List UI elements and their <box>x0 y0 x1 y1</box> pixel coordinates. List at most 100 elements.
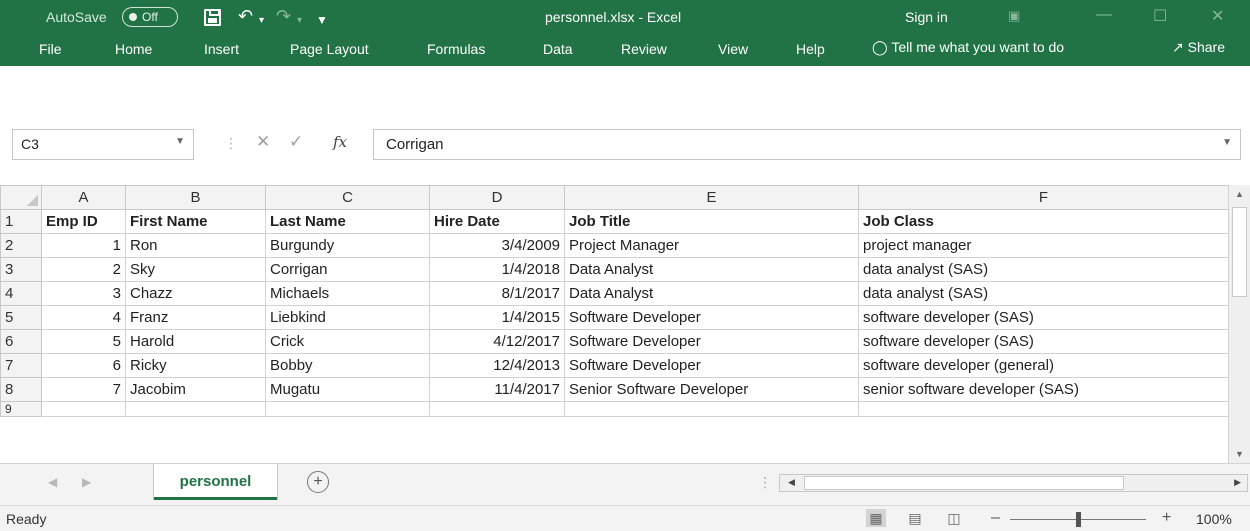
horizontal-scroll-thumb[interactable] <box>804 476 1124 490</box>
formula-input[interactable]: Corrigan ▼ <box>373 129 1241 160</box>
row-header[interactable]: 1 <box>0 209 42 234</box>
insert-function-icon[interactable]: fx <box>333 133 347 151</box>
cell[interactable]: data analyst (SAS) <box>858 257 1229 282</box>
row-header[interactable]: 8 <box>0 377 42 402</box>
cell[interactable]: 4/12/2017 <box>429 329 565 354</box>
chevron-down-icon[interactable]: ▼ <box>175 136 185 147</box>
scroll-left-icon[interactable]: ◀ <box>788 477 795 488</box>
tab-view[interactable]: View <box>718 41 748 57</box>
cell[interactable]: Job Title <box>564 209 859 234</box>
column-header-b[interactable]: B <box>125 185 266 210</box>
cell[interactable]: 3 <box>41 281 126 306</box>
maximize-icon[interactable]: ☐ <box>1153 6 1167 26</box>
cell[interactable]: software developer (SAS) <box>858 329 1229 354</box>
tab-help[interactable]: Help <box>796 41 825 57</box>
cell[interactable]: Sky <box>125 257 266 282</box>
tab-splitter-icon[interactable]: ⋮ <box>758 474 772 491</box>
horizontal-scrollbar[interactable]: ◀ ▶ <box>779 474 1248 492</box>
cell[interactable]: 1/4/2015 <box>429 305 565 330</box>
row-header[interactable]: 4 <box>0 281 42 306</box>
row-header[interactable]: 3 <box>0 257 42 282</box>
cell[interactable]: Project Manager <box>564 233 859 258</box>
cell[interactable]: Software Developer <box>564 329 859 354</box>
redo-icon[interactable]: ↷ <box>276 6 291 26</box>
page-break-view-icon[interactable]: ◫ <box>944 509 964 527</box>
cell[interactable]: Harold <box>125 329 266 354</box>
cell[interactable]: Jacobim <box>125 377 266 402</box>
zoom-level[interactable]: 100% <box>1196 511 1232 527</box>
vertical-scroll-thumb[interactable] <box>1232 207 1247 297</box>
cell[interactable]: software developer (general) <box>858 353 1229 378</box>
cell[interactable]: Liebkind <box>265 305 430 330</box>
ribbon-display-icon[interactable]: ▣ <box>1008 8 1020 24</box>
cell[interactable]: Software Developer <box>564 353 859 378</box>
cell[interactable]: Ricky <box>125 353 266 378</box>
cell[interactable]: 12/4/2013 <box>429 353 565 378</box>
row-header[interactable]: 6 <box>0 329 42 354</box>
cell[interactable]: Senior Software Developer <box>564 377 859 402</box>
redo-dropdown-icon[interactable]: ▾ <box>297 11 302 31</box>
cell[interactable]: Bobby <box>265 353 430 378</box>
cell[interactable] <box>125 401 266 417</box>
row-header[interactable]: 2 <box>0 233 42 258</box>
row-header[interactable]: 5 <box>0 305 42 330</box>
scroll-right-icon[interactable]: ▶ <box>1234 477 1241 488</box>
cell[interactable]: Michaels <box>265 281 430 306</box>
undo-icon[interactable]: ↶ <box>238 6 253 26</box>
tab-data[interactable]: Data <box>543 41 573 57</box>
cell[interactable]: Chazz <box>125 281 266 306</box>
normal-view-icon[interactable]: ▦ <box>866 509 886 527</box>
zoom-slider-thumb[interactable] <box>1076 512 1081 527</box>
cell[interactable]: 8/1/2017 <box>429 281 565 306</box>
tab-review[interactable]: Review <box>621 41 667 57</box>
cell[interactable]: 4 <box>41 305 126 330</box>
undo-dropdown-icon[interactable]: ▾ <box>259 11 264 31</box>
share-button[interactable]: ↗ Share <box>1172 39 1225 56</box>
cell[interactable]: First Name <box>125 209 266 234</box>
cell[interactable] <box>858 401 1229 417</box>
add-sheet-icon[interactable]: + <box>307 471 329 493</box>
cell[interactable] <box>429 401 565 417</box>
cell[interactable]: Burgundy <box>265 233 430 258</box>
cell[interactable]: Last Name <box>265 209 430 234</box>
cell[interactable]: Mugatu <box>265 377 430 402</box>
cell[interactable]: Data Analyst <box>564 281 859 306</box>
tell-me-search[interactable]: ◯ Tell me what you want to do <box>872 39 1064 56</box>
confirm-entry-icon[interactable]: ✓ <box>289 132 303 152</box>
close-icon[interactable]: ✕ <box>1211 6 1224 26</box>
row-header[interactable]: 9 <box>0 401 42 417</box>
vertical-scrollbar[interactable]: ▲ ▼ <box>1228 185 1250 463</box>
save-icon[interactable] <box>204 9 221 26</box>
customize-toolbar-icon[interactable]: ▼ <box>316 10 328 30</box>
column-header-a[interactable]: A <box>41 185 126 210</box>
signin-link[interactable]: Sign in <box>905 9 948 25</box>
zoom-out-icon[interactable]: – <box>991 509 1000 527</box>
cancel-entry-icon[interactable]: ✕ <box>256 132 270 152</box>
cell[interactable]: senior software developer (SAS) <box>858 377 1229 402</box>
cell[interactable]: software developer (SAS) <box>858 305 1229 330</box>
row-header[interactable]: 7 <box>0 353 42 378</box>
tab-formulas[interactable]: Formulas <box>427 41 485 57</box>
cell[interactable]: Job Class <box>858 209 1229 234</box>
cell[interactable]: 1/4/2018 <box>429 257 565 282</box>
cell[interactable]: Software Developer <box>564 305 859 330</box>
select-all-button[interactable] <box>0 185 42 210</box>
cell[interactable] <box>564 401 859 417</box>
tab-page-layout[interactable]: Page Layout <box>290 41 369 57</box>
cell[interactable]: project manager <box>858 233 1229 258</box>
page-layout-view-icon[interactable]: ▤ <box>905 509 925 527</box>
autosave-toggle[interactable]: Off <box>122 7 178 27</box>
cell[interactable]: Franz <box>125 305 266 330</box>
cell[interactable]: Emp ID <box>41 209 126 234</box>
cell[interactable]: Data Analyst <box>564 257 859 282</box>
prev-sheet-icon[interactable]: ◀ <box>48 475 57 489</box>
scroll-up-icon[interactable]: ▲ <box>1235 189 1244 199</box>
cell[interactable]: 3/4/2009 <box>429 233 565 258</box>
cell[interactable]: 7 <box>41 377 126 402</box>
zoom-in-icon[interactable]: + <box>1162 509 1171 527</box>
cell[interactable]: 1 <box>41 233 126 258</box>
name-box[interactable]: C3 ▼ <box>12 129 194 160</box>
cell[interactable] <box>41 401 126 417</box>
sheet-tab-personnel[interactable]: personnel <box>154 464 277 500</box>
cell[interactable]: Ron <box>125 233 266 258</box>
